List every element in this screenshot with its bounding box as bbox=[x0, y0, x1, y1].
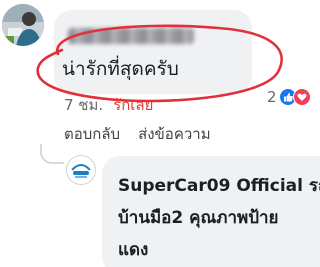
avatar-photo bbox=[2, 4, 44, 46]
comment-actions: ตอบกลับ ส่งข้อความ bbox=[64, 122, 229, 146]
reply-link[interactable]: ตอบกลับ bbox=[64, 125, 120, 143]
comment-time[interactable]: 7 ชม. bbox=[64, 96, 103, 114]
send-message-link[interactable]: ส่งข้อความ bbox=[138, 125, 211, 143]
reaction-count: 2 bbox=[267, 88, 277, 106]
reply-text-line: SuperCar09 Official รถ bbox=[118, 176, 320, 196]
page-avatar[interactable] bbox=[66, 155, 96, 185]
comment-thread: น่ารักที่สุดครับ 7 ชม. รักเลย 2 ตอบกลับ ส่… bbox=[0, 0, 320, 267]
love-icon bbox=[292, 88, 311, 106]
reply-text-line: บ้านมือ2 คุณภาพป้าย bbox=[118, 208, 279, 228]
comment-text: น่ารักที่สุดครับ bbox=[62, 58, 179, 80]
blurred-author-name[interactable] bbox=[68, 28, 194, 44]
thread-connector-line bbox=[40, 144, 64, 164]
commenter-avatar[interactable] bbox=[2, 4, 44, 46]
reply-text-line: แดง bbox=[118, 240, 149, 260]
car-logo-icon bbox=[68, 157, 94, 183]
reaction-summary[interactable]: 2 bbox=[267, 88, 311, 106]
love-reaction-label[interactable]: รักเลย bbox=[113, 96, 153, 114]
comment-meta: 7 ชม. รักเลย bbox=[64, 93, 153, 117]
